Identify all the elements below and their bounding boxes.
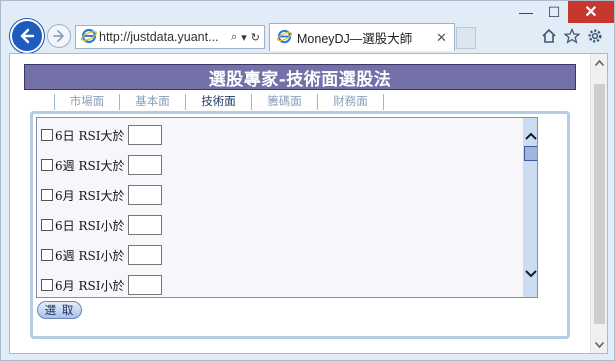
tab-fundamental[interactable]: 基本面 xyxy=(120,94,186,110)
forward-arrow-icon xyxy=(53,30,64,42)
criteria-row: 6週 RSI小於 xyxy=(41,244,163,266)
tab-close-icon[interactable]: ✕ xyxy=(436,30,454,46)
page-scroll-thumb[interactable] xyxy=(594,84,605,324)
search-icon[interactable]: ⌕ xyxy=(231,31,237,44)
page-scroll-up-icon[interactable] xyxy=(591,54,607,71)
ie-logo-icon xyxy=(79,28,99,47)
stock-screener-page: 選股專家-技術面選股法 市場面 基本面 技術面 籌碼面 財務面 6日 RSI大於 xyxy=(24,64,576,348)
new-tab-button[interactable] xyxy=(456,27,476,49)
dropdown-icon[interactable]: ▾ xyxy=(241,31,247,44)
tab-chips[interactable]: 籌碼面 xyxy=(252,94,318,110)
address-bar[interactable]: http://justdata.yuant... ⌕ ▾ ↻ xyxy=(75,25,265,49)
maximize-button[interactable]: ☐ xyxy=(540,1,568,23)
window-controls: — ☐ ✕ xyxy=(512,1,614,23)
criteria-row: 6日 RSI大於 xyxy=(41,124,163,146)
tab-market[interactable]: 市場面 xyxy=(54,94,120,110)
page-title: 選股專家-技術面選股法 xyxy=(24,64,576,90)
criteria-checkbox[interactable] xyxy=(41,159,53,171)
criteria-row: 6週 RSI大於 xyxy=(41,154,163,176)
criteria-row: 6月 RSI大於 xyxy=(41,184,163,206)
back-arrow-icon xyxy=(20,28,35,44)
criteria-checkbox[interactable] xyxy=(41,279,53,291)
browser-window: — ☐ ✕ http://justdata.yuant... ⌕ ▾ ↻ Mon… xyxy=(0,0,615,361)
address-url[interactable]: http://justdata.yuant... xyxy=(99,30,231,44)
criteria-checkbox[interactable] xyxy=(41,249,53,261)
refresh-icon[interactable]: ↻ xyxy=(251,31,260,44)
close-window-button[interactable]: ✕ xyxy=(568,1,614,23)
criteria-checkbox[interactable] xyxy=(41,219,53,231)
criteria-label: 6月 RSI大於 xyxy=(55,188,125,203)
home-icon[interactable] xyxy=(541,28,557,49)
settings-gear-icon[interactable] xyxy=(587,28,603,49)
page-scrollbar[interactable] xyxy=(590,54,607,353)
page-viewport: 選股專家-技術面選股法 市場面 基本面 技術面 籌碼面 財務面 6日 RSI大於 xyxy=(9,53,608,354)
criteria-value-input[interactable] xyxy=(128,275,163,295)
criteria-value-input[interactable] xyxy=(128,245,163,265)
criteria-label: 6月 RSI小於 xyxy=(55,278,125,293)
browser-tab[interactable]: MoneyDJ—選股大師 ✕ xyxy=(269,23,455,51)
scroll-thumb[interactable] xyxy=(524,146,537,161)
criteria-value-input[interactable] xyxy=(128,215,163,235)
criteria-value-input[interactable] xyxy=(128,155,163,175)
tab-financial[interactable]: 財務面 xyxy=(318,94,384,110)
tab-ie-icon xyxy=(275,29,293,47)
back-button[interactable] xyxy=(10,19,44,53)
forward-button[interactable] xyxy=(47,24,71,48)
minimize-button[interactable]: — xyxy=(512,1,540,23)
criteria-label: 6日 RSI大於 xyxy=(55,128,125,143)
criteria-row: 6月 RSI小於 xyxy=(41,274,163,296)
criteria-value-input[interactable] xyxy=(128,125,163,145)
favorites-star-icon[interactable] xyxy=(563,27,581,49)
scroll-down-icon[interactable] xyxy=(523,266,537,282)
criteria-checkbox[interactable] xyxy=(41,189,53,201)
criteria-checkbox[interactable] xyxy=(41,129,53,141)
criteria-value-input[interactable] xyxy=(128,185,163,205)
category-tabs: 市場面 基本面 技術面 籌碼面 財務面 xyxy=(54,94,384,110)
select-button[interactable]: 選 取 xyxy=(37,301,82,319)
criteria-label: 6週 RSI大於 xyxy=(55,158,125,173)
criteria-label: 6日 RSI小於 xyxy=(55,218,125,233)
criteria-panel: 6日 RSI大於 6週 RSI大於 6月 RSI大於 6日 RSI小於 6週 R… xyxy=(30,111,570,339)
scroll-up-icon[interactable] xyxy=(523,128,537,144)
tab-technical[interactable]: 技術面 xyxy=(186,94,252,110)
page-scroll-down-icon[interactable] xyxy=(591,336,608,353)
criteria-scrollbar[interactable] xyxy=(523,118,537,297)
tab-title: MoneyDJ—選股大師 xyxy=(297,32,413,46)
criteria-row: 6日 RSI小於 xyxy=(41,214,163,236)
criteria-label: 6週 RSI小於 xyxy=(55,248,125,263)
criteria-list: 6日 RSI大於 6週 RSI大於 6月 RSI大於 6日 RSI小於 6週 R… xyxy=(36,117,538,298)
